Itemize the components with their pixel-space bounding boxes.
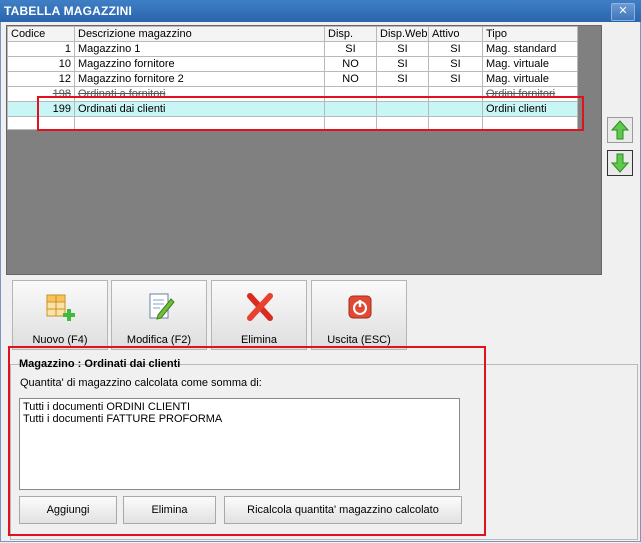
close-button[interactable]: ✕ — [611, 3, 635, 21]
cell-descrizione: Magazzino 1 — [74, 41, 325, 57]
cell-dispweb: SI — [376, 71, 429, 87]
cell-attivo: SI — [428, 41, 483, 57]
cell-disp: NO — [324, 71, 377, 87]
cell-attivo: SI — [428, 56, 483, 72]
exit-button-label: Uscita (ESC) — [327, 334, 391, 346]
new-button-label: Nuovo (F4) — [32, 334, 88, 346]
cell-descrizione: Magazzino fornitore — [74, 56, 325, 72]
window-title: TABELLA MAGAZZINI — [4, 4, 133, 18]
delete-x-icon — [247, 293, 273, 321]
cell-tipo: Mag. virtuale — [482, 71, 578, 87]
col-header-tipo[interactable]: Tipo — [482, 26, 578, 42]
move-up-button[interactable] — [607, 117, 633, 143]
table-header: Codice Descrizione magazzino Disp. Disp.… — [7, 26, 578, 42]
edit-button-label: Modifica (F2) — [126, 334, 192, 346]
arrow-up-icon — [611, 120, 629, 140]
cell-attivo: SI — [428, 71, 483, 87]
table-row[interactable]: 1 Magazzino 1 SI SI SI Mag. standard — [7, 41, 578, 57]
cell-tipo: Mag. virtuale — [482, 56, 578, 72]
edit-button[interactable]: Modifica (F2) — [111, 280, 207, 350]
cell-disp: NO — [324, 56, 377, 72]
cell-dispweb: SI — [376, 56, 429, 72]
exit-button[interactable]: Uscita (ESC) — [311, 280, 407, 350]
new-table-icon — [46, 294, 75, 321]
table-row[interactable]: 12 Magazzino fornitore 2 NO SI SI Mag. v… — [7, 71, 578, 87]
cell-tipo: Mag. standard — [482, 41, 578, 57]
power-icon — [348, 295, 372, 319]
cell-dispweb: SI — [376, 41, 429, 57]
delete-button-label: Elimina — [240, 334, 278, 346]
selection-highlight-box — [37, 96, 584, 131]
delete-button[interactable]: Elimina — [211, 280, 307, 350]
col-header-descrizione[interactable]: Descrizione magazzino — [74, 26, 325, 42]
col-header-attivo[interactable]: Attivo — [428, 26, 483, 42]
window-titlebar: TABELLA MAGAZZINI ✕ — [0, 0, 641, 22]
cell-disp: SI — [324, 41, 377, 57]
edit-document-icon — [149, 293, 175, 320]
cell-descrizione: Magazzino fornitore 2 — [74, 71, 325, 87]
arrow-down-icon — [611, 153, 629, 173]
cell-codice: 10 — [7, 56, 75, 72]
warehouse-grid[interactable]: Codice Descrizione magazzino Disp. Disp.… — [6, 25, 602, 275]
panel-highlight-box — [8, 346, 486, 536]
col-header-disp[interactable]: Disp. — [324, 26, 377, 42]
cell-codice: 1 — [7, 41, 75, 57]
col-header-codice[interactable]: Codice — [7, 26, 75, 42]
table-row[interactable]: 10 Magazzino fornitore NO SI SI Mag. vir… — [7, 56, 578, 72]
move-down-button[interactable] — [607, 150, 633, 176]
col-header-dispweb[interactable]: Disp.Web — [376, 26, 429, 42]
new-button[interactable]: Nuovo (F4) — [12, 280, 108, 350]
cell-codice: 12 — [7, 71, 75, 87]
